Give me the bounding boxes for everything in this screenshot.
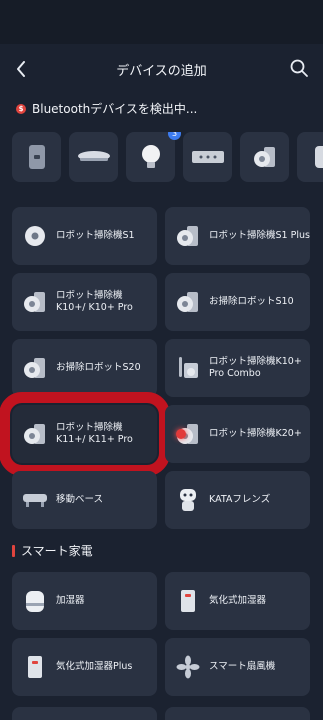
device-label: ロボット掃除機S1 Plus xyxy=(209,230,310,241)
device-label: ロボット掃除機K10+ Pro Combo xyxy=(209,356,302,379)
device-label: スマート扇風機 xyxy=(209,661,276,672)
device-label: 気化式加湿器 xyxy=(209,595,267,606)
humidifier-icon xyxy=(22,588,48,614)
search-button[interactable] xyxy=(289,58,311,80)
light-bulb-icon xyxy=(141,145,160,168)
device-label: 加湿器 xyxy=(56,595,85,606)
robot-vacuum-dock-icon xyxy=(22,355,48,381)
scan-text: Bluetoothデバイスを検出中... xyxy=(32,102,198,116)
wall-unit-icon xyxy=(28,145,45,169)
section-heading: スマート家電 xyxy=(12,542,93,559)
power-strip-icon xyxy=(191,151,224,163)
device-card-partial[interactable] xyxy=(165,707,310,720)
device-label: 気化式加湿器Plus xyxy=(56,661,133,672)
device-card-s1[interactable]: ロボット掃除機S1 xyxy=(12,207,157,265)
device-card-k10-pro-combo[interactable]: ロボット掃除機K10+ Pro Combo xyxy=(165,339,310,397)
bt-device-tile[interactable] xyxy=(69,132,118,182)
notification-badge: 3 xyxy=(168,132,181,140)
device-card-evaporative-humidifier-plus[interactable]: 気化式加湿器Plus xyxy=(12,638,157,696)
bt-device-tile[interactable] xyxy=(12,132,61,182)
smart-fan-icon xyxy=(175,654,201,680)
bt-device-tile[interactable] xyxy=(240,132,289,182)
device-card-humidifier[interactable]: 加湿器 xyxy=(12,572,157,630)
section-title: スマート家電 xyxy=(21,544,93,558)
device-card-mobile-base[interactable]: 移動ベース xyxy=(12,471,157,529)
device-card-k10-plus[interactable]: ロボット掃除機K10+/ K10+ Pro xyxy=(12,273,157,331)
evaporative-humidifier-icon xyxy=(175,588,201,614)
page-title: デバイスの追加 xyxy=(116,63,207,79)
bluetooth-scan-status: $ Bluetoothデバイスを検出中... xyxy=(16,100,197,117)
device-label: ロボット掃除機K20+ xyxy=(209,428,302,439)
evaporative-humidifier-plus-icon xyxy=(22,654,48,680)
cylinder-device-icon xyxy=(314,146,323,168)
device-card-kata-friends[interactable]: KATAフレンズ xyxy=(165,471,310,529)
device-label: お掃除ロボットS10 xyxy=(209,296,294,307)
robot-vacuum-dock-icon xyxy=(175,289,201,315)
robot-vacuum-icon xyxy=(253,147,275,167)
device-card-s1-plus[interactable]: ロボット掃除機S1 Plus xyxy=(165,207,310,265)
chevron-left-icon xyxy=(17,61,25,77)
next-row-peek xyxy=(12,707,310,720)
bt-device-tile[interactable] xyxy=(183,132,232,182)
mobile-base-icon xyxy=(22,487,48,513)
robot-vacuum-dock-icon xyxy=(22,289,48,315)
section-accent-bar xyxy=(12,544,15,557)
device-label: お掃除ロボットS20 xyxy=(56,362,141,373)
device-label: 移動ベース xyxy=(56,494,104,505)
robot-vacuum-round-icon xyxy=(22,223,48,249)
device-card-evaporative-humidifier[interactable]: 気化式加湿器 xyxy=(165,572,310,630)
search-icon xyxy=(290,59,308,77)
ceiling-light-icon xyxy=(77,151,110,161)
robot-vacuum-dock-icon xyxy=(22,421,48,447)
device-card-smart-fan[interactable]: スマート扇風機 xyxy=(165,638,310,696)
status-bar xyxy=(0,0,323,44)
device-card-k20-plus[interactable]: ロボット掃除機K20+ xyxy=(165,405,310,463)
device-card-k11-plus[interactable]: ロボット掃除機K11+/ K11+ Pro xyxy=(0,392,170,476)
bt-device-tile[interactable]: 3 xyxy=(126,132,181,182)
back-button[interactable] xyxy=(10,56,32,82)
scan-indicator-icon: $ xyxy=(16,103,26,114)
robot-vacuum-dock-icon xyxy=(175,223,201,249)
touch-indicator xyxy=(176,429,186,439)
device-label: ロボット掃除機K11+/ K11+ Pro xyxy=(56,422,133,445)
smart-home-grid: 加湿器 気化式加湿器 気化式加湿器Plus スマート扇風機 xyxy=(12,572,310,696)
device-label: KATAフレンズ xyxy=(209,494,271,505)
stick-vacuum-icon xyxy=(175,355,201,381)
device-label: ロボット掃除機S1 xyxy=(56,230,135,241)
bt-device-tile[interactable] xyxy=(297,132,323,182)
device-card-partial[interactable] xyxy=(12,707,157,720)
robot-device-grid: ロボット掃除機S1 ロボット掃除機S1 Plus ロボット掃除機K10+/ K1… xyxy=(0,207,310,529)
kata-friends-robot-icon xyxy=(175,487,201,513)
device-label: ロボット掃除機K10+/ K10+ Pro xyxy=(56,290,133,313)
header: デバイスの追加 xyxy=(0,52,323,86)
device-card-s10[interactable]: お掃除ロボットS10 xyxy=(165,273,310,331)
device-card-s20[interactable]: お掃除ロボットS20 xyxy=(12,339,157,397)
bluetooth-device-strip: 3 xyxy=(12,132,323,182)
